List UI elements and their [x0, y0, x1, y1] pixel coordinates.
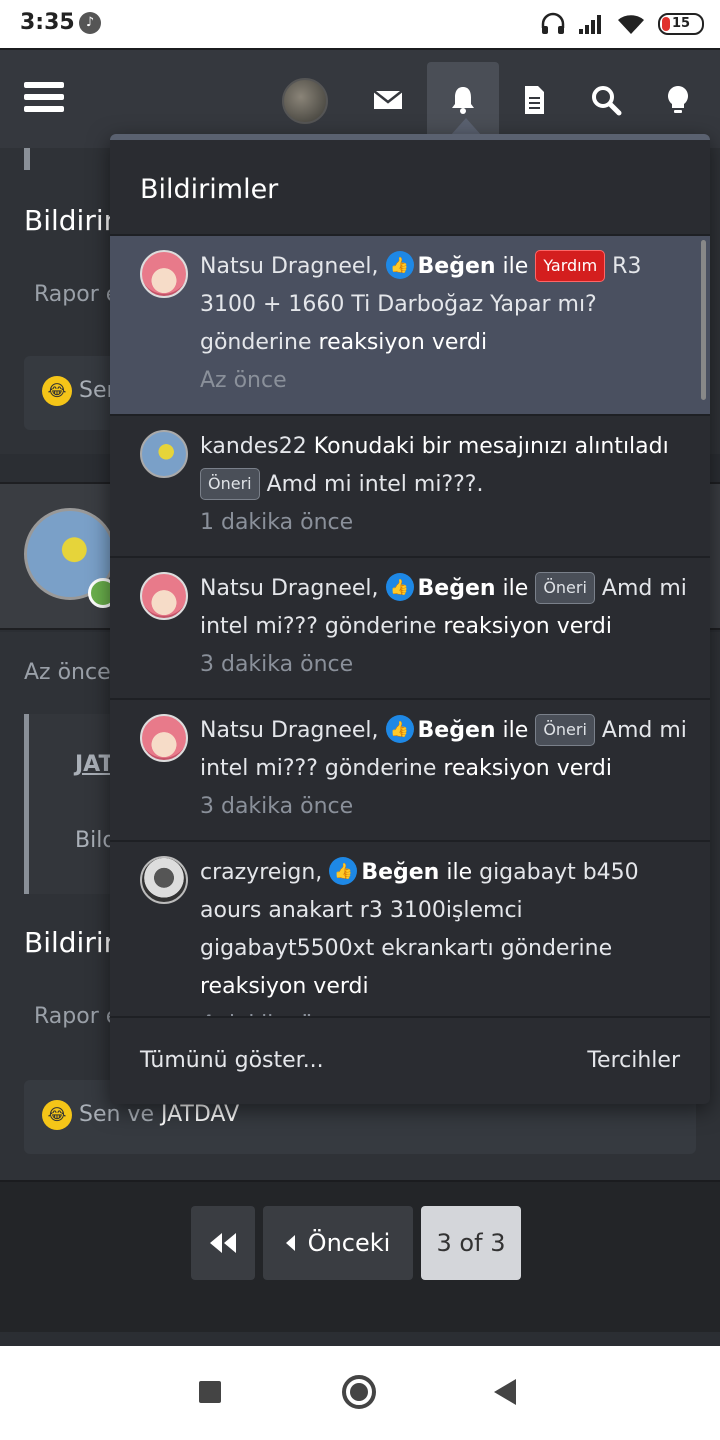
prev-label: Önceki: [307, 1229, 391, 1257]
documents-button[interactable]: [498, 62, 570, 138]
dropdown-footer: Tümünü göster... Tercihler: [110, 1016, 710, 1104]
double-chevron-left-icon: [210, 1233, 236, 1253]
user-avatar[interactable]: [282, 78, 328, 124]
notification-time: 3 dakika önce: [200, 794, 354, 819]
post-heading: Bildirin: [24, 204, 122, 237]
theme-button[interactable]: [642, 62, 714, 138]
dropdown-title: Bildirimler: [110, 140, 710, 236]
reaction-user[interactable]: JATDAV: [161, 1102, 239, 1127]
lightbulb-icon: [668, 86, 688, 113]
post-heading-2: Bildirin: [24, 926, 122, 959]
notification-user[interactable]: Natsu Dragneel,: [200, 254, 379, 279]
notification-item[interactable]: Natsu Dragneel, 👍 Beğen ile Öneri Amd mi …: [110, 700, 710, 842]
reaction-you: Sen ve: [79, 1102, 161, 1127]
notification-time: Az önce: [200, 368, 287, 393]
report-link[interactable]: Rapor e: [34, 282, 119, 307]
notification-action: reaksiyon verdi: [318, 330, 488, 355]
like-icon: 👍: [385, 251, 414, 279]
notification-item[interactable]: Natsu Dragneel, 👍 Beğen ile Öneri Amd mi …: [110, 558, 710, 700]
notification-item[interactable]: Natsu Dragneel, 👍 Beğen ile Yardım R3 310…: [110, 236, 710, 416]
messages-button[interactable]: [352, 62, 424, 138]
prefix-tag: Yardım: [535, 250, 606, 282]
like-icon: 👍: [385, 715, 414, 743]
notification-avatar[interactable]: [140, 714, 188, 762]
music-note-icon: ♪: [79, 12, 101, 34]
reaction-name: Beğen: [417, 718, 496, 743]
battery-icon: 15: [658, 13, 704, 35]
prefix-tag: Öneri: [535, 714, 595, 746]
page-indicator: 3 of 3: [436, 1229, 506, 1257]
report-link-2[interactable]: Rapor e: [34, 1004, 119, 1029]
notification-item[interactable]: kandes22 Konudaki bir mesajınızı alıntıl…: [110, 416, 710, 558]
signal-icon: [579, 15, 601, 34]
app-navbar: [0, 48, 720, 148]
show-all-link[interactable]: Tümünü göster...: [140, 1048, 324, 1073]
notification-item[interactable]: crazyreign, 👍 Beğen ile gigabayt b450 aou…: [110, 842, 710, 1016]
document-icon: [525, 86, 544, 114]
current-page-button[interactable]: 3 of 3: [421, 1206, 521, 1280]
caret-left-icon: [285, 1235, 295, 1251]
notification-avatar[interactable]: [140, 250, 188, 298]
notification-time: 3 dakika önce: [200, 652, 354, 677]
quote-author[interactable]: JAT: [75, 752, 114, 777]
home-icon[interactable]: [342, 1375, 376, 1409]
notification-time: 4 dakika önce: [200, 1006, 690, 1016]
reaction-name: Beğen: [417, 576, 496, 601]
search-icon: [592, 86, 622, 116]
notification-user[interactable]: Natsu Dragneel,: [200, 718, 379, 743]
status-bar: 3:35 ♪ 15: [0, 0, 720, 48]
prefix-tag: Öneri: [535, 572, 595, 604]
notification-action: reaksiyon verdi: [443, 614, 613, 639]
quote-block: JAT Bild: [24, 714, 124, 894]
notification-action: reaksiyon verdi: [443, 756, 613, 781]
status-time: 3:35: [20, 10, 75, 35]
laughing-emoji-icon: 😂: [42, 1100, 72, 1130]
pagination: Önceki 3 of 3: [0, 1180, 720, 1332]
notification-user[interactable]: crazyreign,: [200, 860, 322, 885]
reaction-name: Beğen: [361, 860, 440, 885]
menu-icon[interactable]: [24, 82, 64, 118]
notifications-list: Natsu Dragneel, 👍 Beğen ile Yardım R3 310…: [110, 236, 710, 1016]
system-nav-bar: [0, 1346, 720, 1440]
notification-user[interactable]: Natsu Dragneel,: [200, 576, 379, 601]
first-page-button[interactable]: [191, 1206, 255, 1280]
recents-icon[interactable]: [199, 1381, 221, 1403]
notification-avatar[interactable]: [140, 430, 188, 478]
reaction-name: Beğen: [417, 254, 496, 279]
notification-user[interactable]: kandes22: [200, 434, 307, 459]
preferences-link[interactable]: Tercihler: [587, 1048, 680, 1073]
laughing-emoji-icon: 😂: [42, 376, 72, 406]
bell-icon: [452, 87, 474, 114]
headphones-icon: [541, 12, 565, 34]
search-button[interactable]: [570, 62, 642, 138]
notification-action: Konudaki bir mesajınızı alıntıladı: [313, 434, 669, 459]
back-icon[interactable]: [494, 1379, 516, 1405]
battery-level: 15: [671, 16, 691, 31]
like-icon: 👍: [385, 573, 414, 601]
wifi-icon: [618, 15, 644, 34]
notification-time: 1 dakika önce: [200, 510, 354, 535]
post-time: Az önce: [24, 660, 111, 685]
notification-avatar[interactable]: [140, 572, 188, 620]
prev-page-button[interactable]: Önceki: [263, 1206, 413, 1280]
notification-avatar[interactable]: [140, 856, 188, 904]
envelope-icon: [373, 90, 403, 109]
thread-title[interactable]: Amd mi intel mi???.: [267, 472, 484, 497]
dropdown-scrollbar[interactable]: [701, 240, 706, 400]
like-icon: 👍: [329, 857, 358, 885]
notification-action: reaksiyon verdi: [200, 974, 369, 999]
prefix-tag: Öneri: [200, 468, 260, 500]
notifications-dropdown: Bildirimler Natsu Dragneel, 👍 Beğen ile Y…: [110, 134, 710, 1104]
